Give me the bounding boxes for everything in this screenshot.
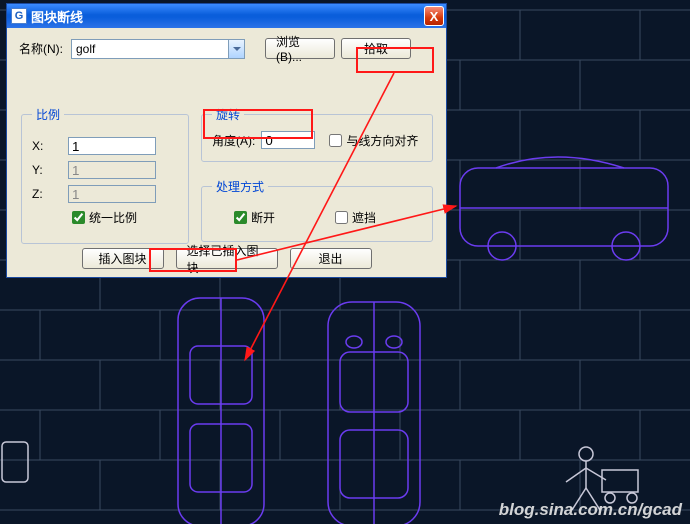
angle-input[interactable] [261, 131, 315, 149]
y-label: Y: [32, 163, 58, 177]
titlebar[interactable]: G 图块断线 X [7, 4, 446, 28]
close-button[interactable]: X [424, 6, 444, 26]
angle-label: 角度(A): [212, 132, 255, 149]
break-label: 断开 [251, 209, 275, 226]
name-dropdown[interactable]: golf [71, 39, 245, 59]
break-checkbox[interactable] [234, 211, 247, 224]
exit-label: 退出 [318, 250, 342, 267]
name-label: 名称(N): [19, 40, 63, 57]
x-label: X: [32, 139, 58, 153]
bottom-bar: 插入图块 选择已插入图块 退出 [7, 248, 446, 269]
close-icon: X [430, 9, 439, 24]
name-value: golf [76, 42, 95, 56]
y-input [68, 161, 156, 179]
x-input[interactable] [68, 137, 156, 155]
scale-legend: 比例 [32, 106, 64, 123]
chevron-down-icon[interactable] [228, 40, 244, 58]
select-insert-button[interactable]: 选择已插入图块 [176, 248, 278, 269]
exit-button[interactable]: 退出 [290, 248, 372, 269]
dialog-title: 图块断线 [31, 7, 424, 26]
uniform-checkbox[interactable] [72, 211, 85, 224]
occlude-checkbox[interactable] [335, 211, 348, 224]
rotation-group: 旋转 角度(A): 与线方向对齐 [201, 106, 433, 162]
process-group: 处理方式 断开 遮挡 [201, 178, 433, 242]
select-insert-label: 选择已插入图块 [187, 242, 267, 276]
scale-group: 比例 X: Y: Z: 统一比例 [21, 106, 189, 244]
align-label: 与线方向对齐 [346, 132, 418, 149]
align-checkbox[interactable] [329, 134, 342, 147]
insert-label: 插入图块 [98, 250, 146, 267]
app-icon: G [11, 8, 27, 24]
pick-label: 拾取 [364, 40, 388, 57]
name-row: 名称(N): golf 浏览(B)... 拾取 [19, 38, 434, 59]
rotation-legend: 旋转 [212, 106, 244, 123]
browse-label: 浏览(B)... [276, 33, 324, 64]
uniform-label: 统一比例 [89, 209, 137, 226]
block-break-dialog: G 图块断线 X 名称(N): golf 浏览(B)... 拾取 比例 X: [6, 3, 447, 278]
z-label: Z: [32, 187, 58, 201]
occlude-label: 遮挡 [352, 209, 376, 226]
process-legend: 处理方式 [212, 178, 268, 195]
insert-button[interactable]: 插入图块 [82, 248, 164, 269]
watermark: blog.sina.com.cn/gcad [499, 500, 682, 520]
browse-button[interactable]: 浏览(B)... [265, 38, 335, 59]
pick-button[interactable]: 拾取 [341, 38, 411, 59]
dialog-body: 名称(N): golf 浏览(B)... 拾取 比例 X: Y: [7, 28, 446, 277]
z-input [68, 185, 156, 203]
